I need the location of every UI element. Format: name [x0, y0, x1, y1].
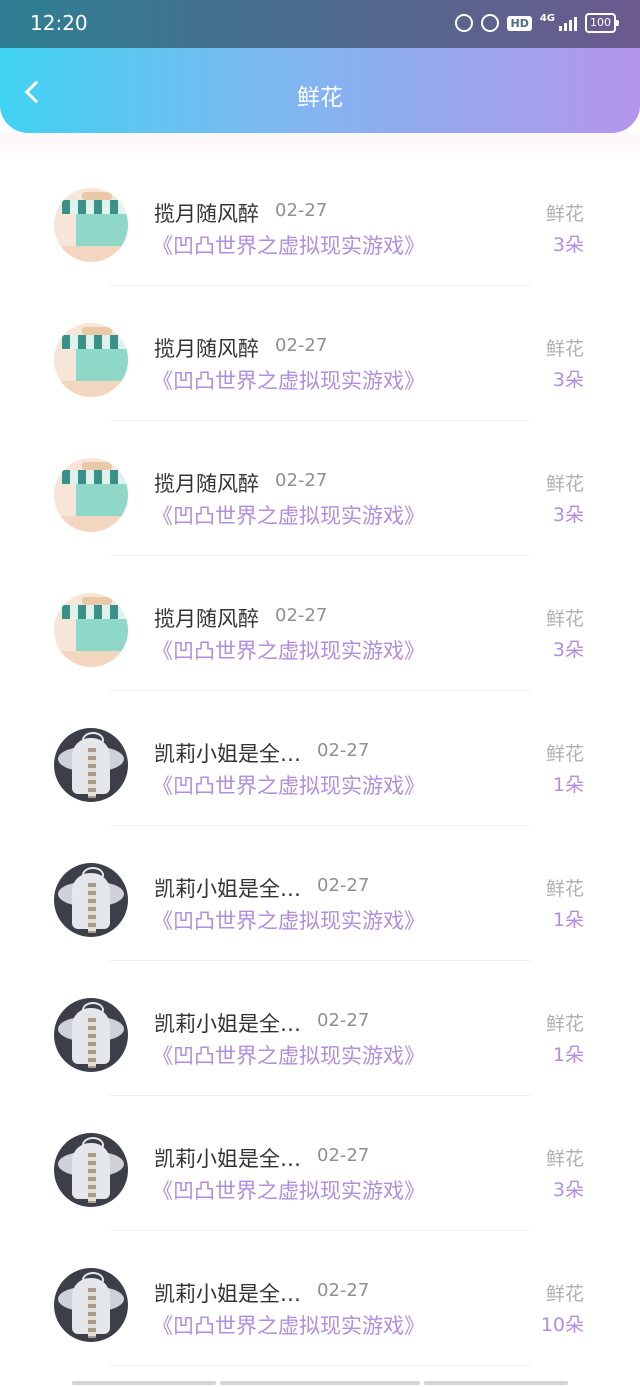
status-time: 12:20	[30, 11, 88, 35]
gift-date: 02-27	[275, 200, 328, 221]
status-bar: 12:20 HD 4G 100	[0, 0, 640, 48]
gift-date: 02-27	[275, 335, 328, 356]
gift-count: 3朵	[552, 369, 584, 391]
header-divider	[0, 133, 640, 151]
book-title-link[interactable]: 《凹凸世界之虚拟现实游戏》	[152, 500, 425, 530]
gift-type-label: 鲜花	[545, 1013, 584, 1035]
bottom-fade	[0, 1381, 640, 1387]
avatar[interactable]	[54, 323, 128, 397]
gift-type-label: 鲜花	[545, 203, 584, 225]
user-name: 凯莉小姐是全…	[154, 742, 301, 766]
gift-count: 3朵	[552, 504, 584, 526]
gift-type-label: 鲜花	[545, 473, 584, 495]
status-icons: HD 4G 100	[455, 13, 619, 33]
gift-date: 02-27	[275, 605, 328, 626]
avatar[interactable]	[54, 458, 128, 532]
gift-type-label: 鲜花	[545, 1283, 584, 1305]
book-title-link[interactable]: 《凹凸世界之虚拟现实游戏》	[152, 770, 425, 800]
battery-icon: 100	[585, 13, 619, 33]
avatar[interactable]	[54, 188, 128, 262]
book-title-link[interactable]: 《凹凸世界之虚拟现实游戏》	[152, 365, 425, 395]
gift-count: 1朵	[552, 1044, 584, 1066]
network-type: 4G	[539, 13, 555, 24]
user-name: 揽月随风醉	[154, 202, 259, 226]
avatar[interactable]	[54, 728, 128, 802]
gift-date: 02-27	[317, 1280, 370, 1301]
avatar[interactable]	[54, 1133, 128, 1207]
user-name: 凯莉小姐是全…	[154, 1282, 301, 1306]
book-title-link[interactable]: 《凹凸世界之虚拟现实游戏》	[152, 905, 425, 935]
list-item[interactable]: 凯莉小姐是全… 02-27 《凹凸世界之虚拟现实游戏》 鲜花 10朵	[0, 1231, 640, 1366]
gift-type-label: 鲜花	[545, 1148, 584, 1170]
user-name: 凯莉小姐是全…	[154, 1147, 301, 1171]
gift-list: 揽月随风醉 02-27 《凹凸世界之虚拟现实游戏》 鲜花 3朵 揽月随风醉 02-27 《凹凸…	[0, 151, 640, 1366]
list-item[interactable]: 凯莉小姐是全… 02-27 《凹凸世界之虚拟现实游戏》 鲜花 1朵	[0, 961, 640, 1096]
book-title-link[interactable]: 《凹凸世界之虚拟现实游戏》	[152, 230, 425, 260]
list-item[interactable]: 凯莉小姐是全… 02-27 《凹凸世界之虚拟现实游戏》 鲜花 1朵	[0, 826, 640, 961]
gift-type-label: 鲜花	[545, 743, 584, 765]
avatar[interactable]	[54, 998, 128, 1072]
gift-count: 3朵	[552, 1179, 584, 1201]
user-name: 揽月随风醉	[154, 337, 259, 361]
gift-type-label: 鲜花	[545, 608, 584, 630]
signal-icon	[559, 15, 577, 31]
gift-count: 10朵	[540, 1314, 584, 1336]
list-item[interactable]: 揽月随风醉 02-27 《凹凸世界之虚拟现实游戏》 鲜花 3朵	[0, 556, 640, 691]
user-name: 揽月随风醉	[154, 607, 259, 631]
gift-date: 02-27	[317, 1010, 370, 1031]
gift-type-label: 鲜花	[545, 878, 584, 900]
gift-count: 1朵	[552, 909, 584, 931]
gift-type-label: 鲜花	[545, 338, 584, 360]
mute-bell-icon	[481, 14, 500, 32]
user-name: 凯莉小姐是全…	[154, 877, 301, 901]
gift-count: 3朵	[552, 234, 584, 256]
gift-date: 02-27	[317, 875, 370, 896]
list-item[interactable]: 凯莉小姐是全… 02-27 《凹凸世界之虚拟现实游戏》 鲜花 3朵	[0, 1096, 640, 1231]
book-title-link[interactable]: 《凹凸世界之虚拟现实游戏》	[152, 1040, 425, 1070]
nav-bar: 鲜花	[0, 48, 640, 133]
avatar[interactable]	[54, 593, 128, 667]
list-item[interactable]: 凯莉小姐是全… 02-27 《凹凸世界之虚拟现实游戏》 鲜花 1朵	[0, 691, 640, 826]
gift-date: 02-27	[317, 1145, 370, 1166]
list-item[interactable]: 揽月随风醉 02-27 《凹凸世界之虚拟现实游戏》 鲜花 3朵	[0, 421, 640, 556]
book-title-link[interactable]: 《凹凸世界之虚拟现实游戏》	[152, 1175, 425, 1205]
user-name: 凯莉小姐是全…	[154, 1012, 301, 1036]
gift-date: 02-27	[317, 740, 370, 761]
avatar[interactable]	[54, 1268, 128, 1342]
user-name: 揽月随风醉	[154, 472, 259, 496]
book-title-link[interactable]: 《凹凸世界之虚拟现实游戏》	[152, 1310, 425, 1340]
battery-level: 100	[590, 16, 611, 29]
list-item[interactable]: 揽月随风醉 02-27 《凹凸世界之虚拟现实游戏》 鲜花 3朵	[0, 151, 640, 286]
book-title-link[interactable]: 《凹凸世界之虚拟现实游戏》	[152, 635, 425, 665]
gift-date: 02-27	[275, 470, 328, 491]
avatar[interactable]	[54, 863, 128, 937]
gift-count: 1朵	[552, 774, 584, 796]
list-item[interactable]: 揽月随风醉 02-27 《凹凸世界之虚拟现实游戏》 鲜花 3朵	[0, 286, 640, 421]
hd-badge: HD	[507, 15, 532, 31]
alarm-icon	[455, 14, 474, 32]
gift-count: 3朵	[552, 639, 584, 661]
page-title: 鲜花	[297, 85, 343, 111]
